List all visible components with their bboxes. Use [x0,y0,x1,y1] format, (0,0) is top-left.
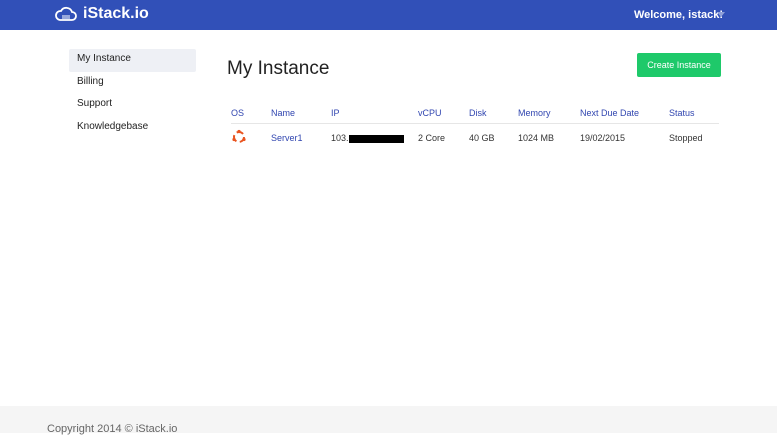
column-header: Status [669,103,719,124]
ip-cell: 103. [331,123,418,153]
redacted-ip [348,134,404,143]
ubuntu-icon [232,130,246,144]
column-header: Name [271,103,331,124]
disk-cell: 40 GB [469,133,495,144]
sidebar: My Instance Billing Support Knowledgebas… [69,49,196,139]
memory-cell: 1024 MB [518,133,555,144]
column-header: vCPU [418,103,469,124]
column-header: IP [331,103,418,124]
footer: Copyright 2014 © iStack.io [0,406,777,435]
chevron-down-icon[interactable] [717,12,725,17]
brand-logo[interactable]: iStack.io [55,5,149,23]
instance-name-link[interactable]: Server1 [271,123,331,153]
copyright: Copyright 2014 © iStack.io [47,423,178,435]
create-instance-button[interactable]: Create Instance [637,53,721,77]
due-date-cell: 19/02/2015 [580,133,626,144]
sidebar-item-my-instance[interactable]: My Instance [69,49,196,72]
user-menu[interactable]: Welcome, istack! [634,9,723,21]
sidebar-item-support[interactable]: Support [69,94,196,117]
status-cell: Stopped [669,133,703,144]
brand-name: iStack.io [83,5,149,22]
sidebar-item-knowledgebase[interactable]: Knowledgebase [69,117,196,140]
sidebar-item-billing[interactable]: Billing [69,72,196,95]
vcpu-cell: 2 Core [418,133,446,144]
top-bar: iStack.io Welcome, istack! [0,0,777,30]
column-header: Next Due Date [580,103,669,124]
table-row[interactable]: Server1 103. 2 Core 40 GB 1024 MB 19/02/… [231,123,719,153]
column-header: OS [231,103,271,124]
page-title: My Instance [227,58,330,79]
column-header: Disk [469,103,518,124]
instance-table: OS Name IP vCPU Disk Memory Next Due Dat… [231,103,719,153]
cloud-icon [55,6,77,21]
column-header: Memory [518,103,580,124]
ip-prefix: 103. [331,133,349,144]
